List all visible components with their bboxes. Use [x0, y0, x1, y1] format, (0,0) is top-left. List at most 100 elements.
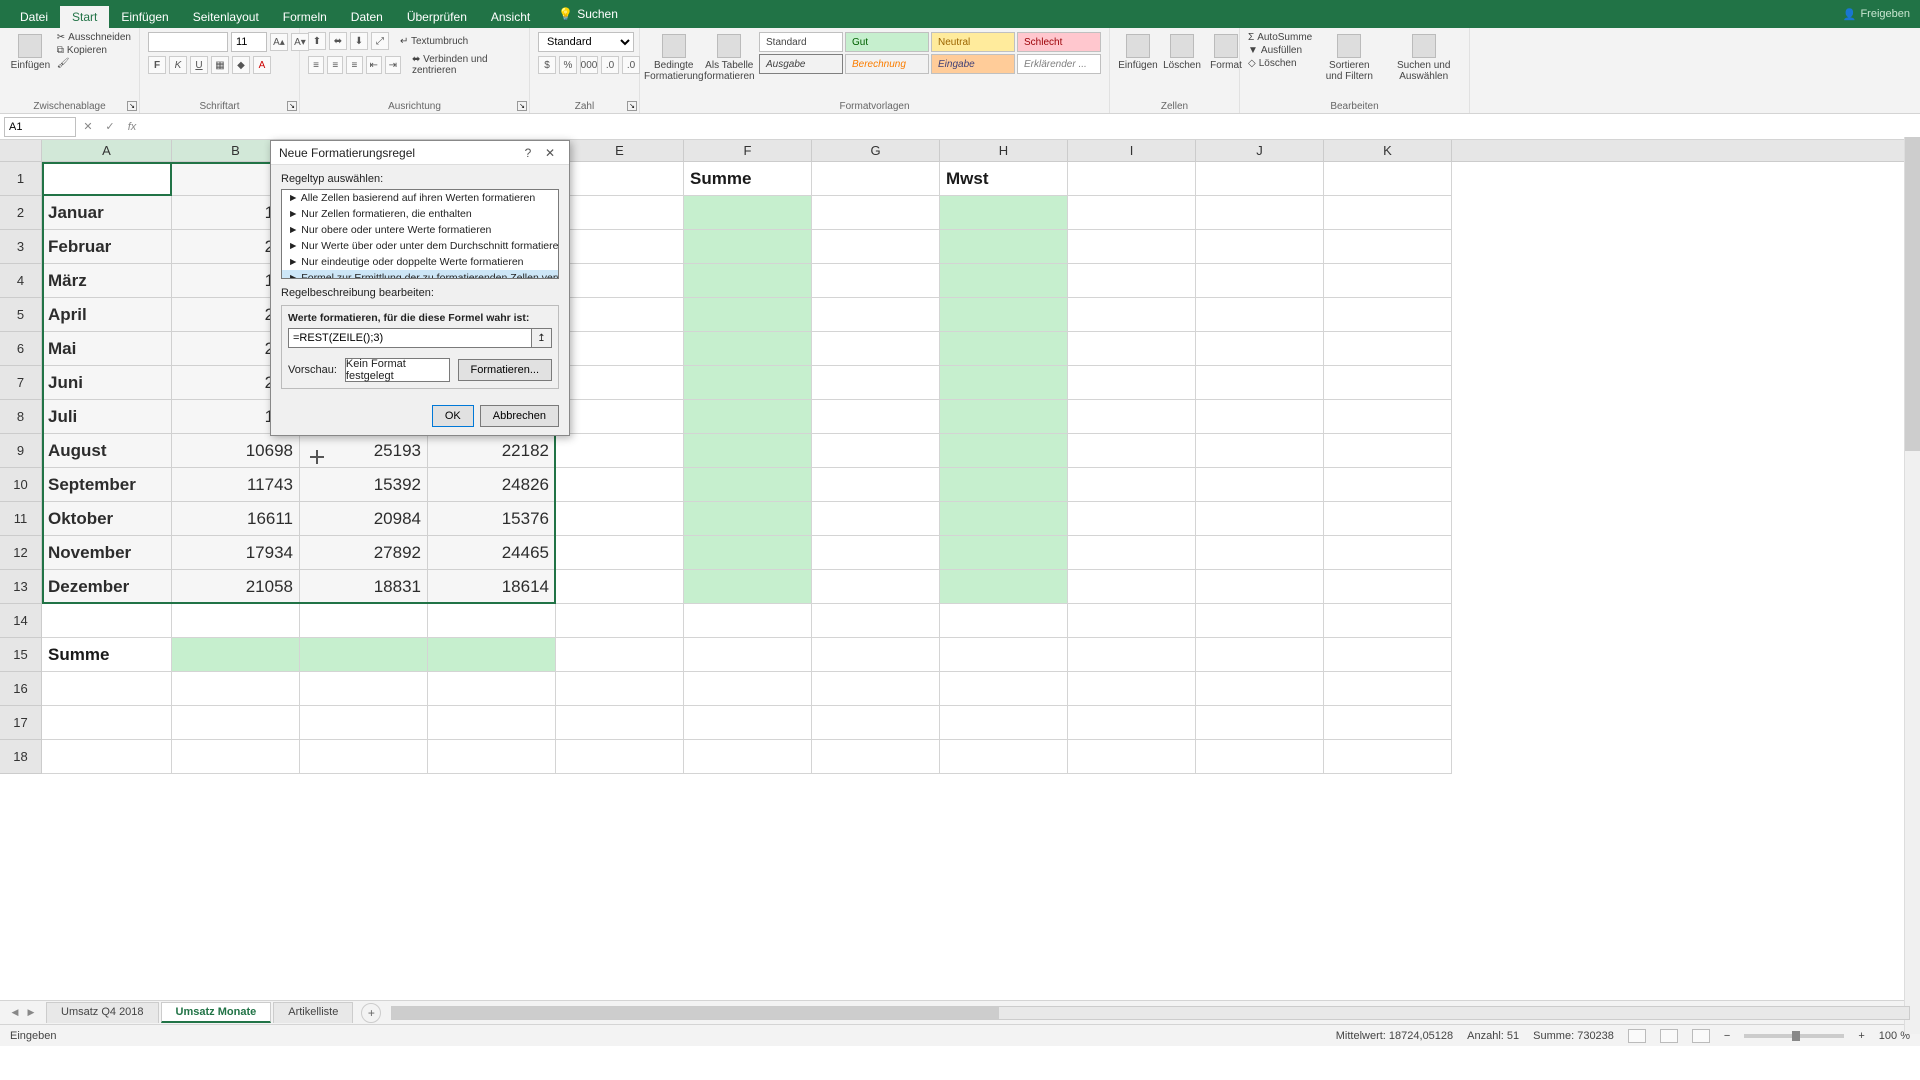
cell-B18[interactable] [172, 740, 300, 774]
cell-F7[interactable] [684, 366, 812, 400]
cell-I6[interactable] [1068, 332, 1196, 366]
currency-button[interactable]: $ [538, 56, 556, 74]
cell-G4[interactable] [812, 264, 940, 298]
cell-J18[interactable] [1196, 740, 1324, 774]
cell-J2[interactable] [1196, 196, 1324, 230]
cell-A18[interactable] [42, 740, 172, 774]
share-icon[interactable]: 👤 [1843, 8, 1857, 21]
cell-D10[interactable]: 24826 [428, 468, 556, 502]
cell-K14[interactable] [1324, 604, 1452, 638]
number-format-select[interactable]: Standard [538, 32, 634, 52]
cell-A17[interactable] [42, 706, 172, 740]
row-header-9[interactable]: 9 [0, 434, 42, 468]
style-gut[interactable]: Gut [845, 32, 929, 52]
cell-B6[interactable]: 214 [172, 332, 300, 366]
cell-F4[interactable] [684, 264, 812, 298]
row-header-4[interactable]: 4 [0, 264, 42, 298]
cell-B4[interactable]: 129 [172, 264, 300, 298]
cell-D4[interactable] [428, 264, 556, 298]
cell-F6[interactable] [684, 332, 812, 366]
cell-K7[interactable] [1324, 366, 1452, 400]
cell-E7[interactable] [556, 366, 684, 400]
style-neutral[interactable]: Neutral [931, 32, 1015, 52]
cell-C1[interactable] [300, 162, 428, 196]
cell-C18[interactable] [300, 740, 428, 774]
cell-K10[interactable] [1324, 468, 1452, 502]
cell-B2[interactable]: 195 [172, 196, 300, 230]
cell-I7[interactable] [1068, 366, 1196, 400]
cell-C12[interactable]: 27892 [300, 536, 428, 570]
cell-J17[interactable] [1196, 706, 1324, 740]
cell-G12[interactable] [812, 536, 940, 570]
cell-H4[interactable] [940, 264, 1068, 298]
cell-A11[interactable]: Oktober [42, 502, 172, 536]
row-header-13[interactable]: 13 [0, 570, 42, 604]
name-box[interactable]: A1 [4, 117, 76, 137]
cell-D5[interactable] [428, 298, 556, 332]
cell-J1[interactable] [1196, 162, 1324, 196]
align-right-button[interactable]: ≡ [346, 56, 362, 74]
row-header-15[interactable]: 15 [0, 638, 42, 672]
cell-C13[interactable]: 18831 [300, 570, 428, 604]
cell-F18[interactable] [684, 740, 812, 774]
cell-B7[interactable]: 233 [172, 366, 300, 400]
cell-E14[interactable] [556, 604, 684, 638]
menu-tab-start[interactable]: Start [60, 6, 109, 28]
cell-H13[interactable] [940, 570, 1068, 604]
autosum-button[interactable]: ΣAutoSumme [1248, 32, 1312, 43]
cell-C8[interactable] [300, 400, 428, 434]
increase-decimal-button[interactable]: .0 [601, 56, 619, 74]
cell-I12[interactable] [1068, 536, 1196, 570]
sort-filter-button[interactable]: Sortieren und Filtern [1316, 32, 1382, 84]
cell-K3[interactable] [1324, 230, 1452, 264]
sheet-nav-prev[interactable]: ◀ [8, 1006, 22, 1020]
cell-H8[interactable] [940, 400, 1068, 434]
cell-K17[interactable] [1324, 706, 1452, 740]
align-center-button[interactable]: ≡ [327, 56, 343, 74]
column-header-I[interactable]: I [1068, 140, 1196, 161]
cell-K6[interactable] [1324, 332, 1452, 366]
cell-B12[interactable]: 17934 [172, 536, 300, 570]
cell-J6[interactable] [1196, 332, 1324, 366]
cell-A5[interactable]: April [42, 298, 172, 332]
cell-A13[interactable]: Dezember [42, 570, 172, 604]
cell-K1[interactable] [1324, 162, 1452, 196]
cell-I16[interactable] [1068, 672, 1196, 706]
cell-B11[interactable]: 16611 [172, 502, 300, 536]
row-header-6[interactable]: 6 [0, 332, 42, 366]
border-button[interactable]: ▦ [211, 56, 229, 74]
cell-G1[interactable] [812, 162, 940, 196]
cell-D7[interactable] [428, 366, 556, 400]
cell-G11[interactable] [812, 502, 940, 536]
row-header-17[interactable]: 17 [0, 706, 42, 740]
cell-C3[interactable] [300, 230, 428, 264]
cell-D9[interactable]: 22182 [428, 434, 556, 468]
normal-view-button[interactable] [1628, 1029, 1646, 1043]
cell-C11[interactable]: 20984 [300, 502, 428, 536]
cell-F5[interactable] [684, 298, 812, 332]
cell-E11[interactable] [556, 502, 684, 536]
cell-B16[interactable] [172, 672, 300, 706]
cell-H3[interactable] [940, 230, 1068, 264]
cell-D15[interactable] [428, 638, 556, 672]
cell-J5[interactable] [1196, 298, 1324, 332]
style-berechnung[interactable]: Berechnung [845, 54, 929, 74]
cell-I4[interactable] [1068, 264, 1196, 298]
cell-K11[interactable] [1324, 502, 1452, 536]
cell-D6[interactable] [428, 332, 556, 366]
cell-K8[interactable] [1324, 400, 1452, 434]
vertical-scrollbar[interactable] [1904, 137, 1920, 1034]
cell-A16[interactable] [42, 672, 172, 706]
cell-I18[interactable] [1068, 740, 1196, 774]
row-header-5[interactable]: 5 [0, 298, 42, 332]
cell-H12[interactable] [940, 536, 1068, 570]
cell-F15[interactable] [684, 638, 812, 672]
cell-J13[interactable] [1196, 570, 1324, 604]
cell-F3[interactable] [684, 230, 812, 264]
row-header-8[interactable]: 8 [0, 400, 42, 434]
cell-F8[interactable] [684, 400, 812, 434]
sheet-tab-umsatz-q4-2018[interactable]: Umsatz Q4 2018 [46, 1002, 159, 1023]
cell-E13[interactable] [556, 570, 684, 604]
fill-color-button[interactable]: ◆ [232, 56, 250, 74]
column-header-B[interactable]: B [172, 140, 300, 161]
